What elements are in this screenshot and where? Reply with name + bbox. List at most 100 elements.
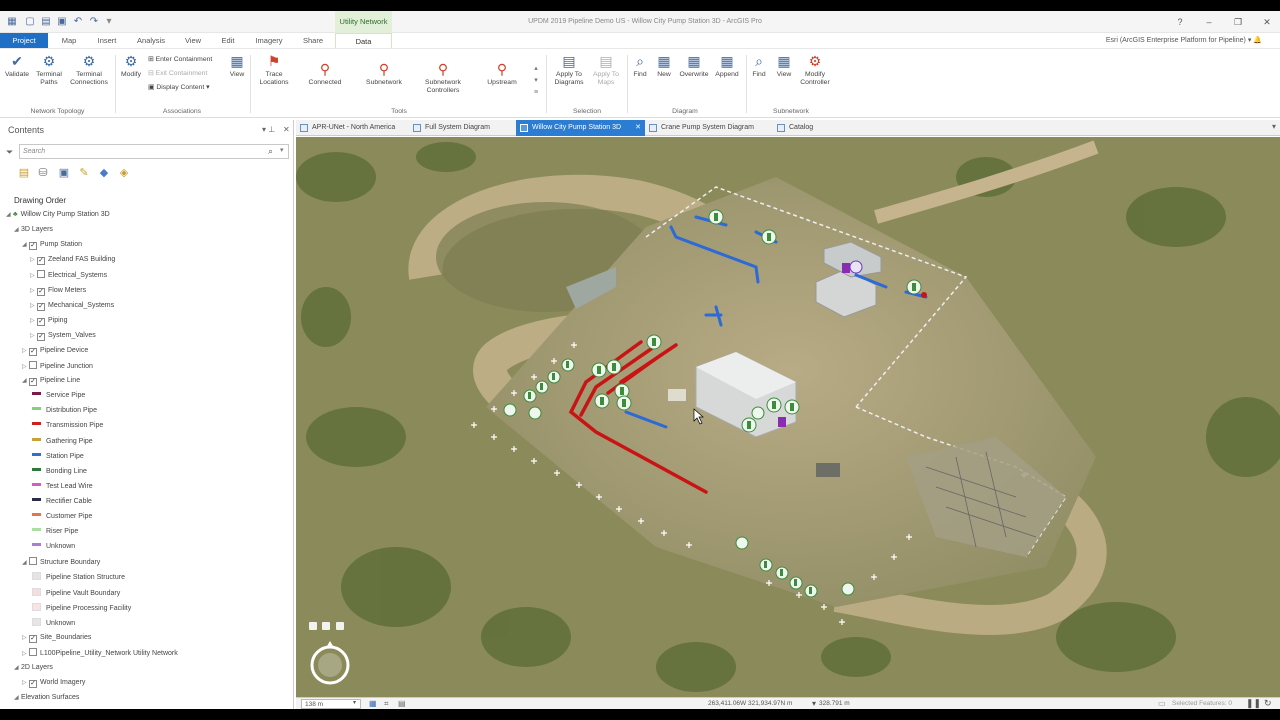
layer-tree-item[interactable]: Riser Pipe <box>32 527 78 537</box>
layer-tree-item[interactable]: Transmission Pipe <box>32 421 103 431</box>
layer-visibility-checkbox[interactable] <box>29 557 37 566</box>
new-diagram-button[interactable]: ▦ New <box>652 53 676 79</box>
close-button[interactable]: ✕ <box>1260 15 1274 29</box>
tab-data[interactable]: Data <box>335 33 392 48</box>
maximize-button[interactable]: ❐ <box>1231 15 1245 29</box>
table-icon[interactable]: ▤ <box>398 699 406 708</box>
tab-apr-unet[interactable]: APR-UNet - North America <box>296 120 408 136</box>
layer-tree-item[interactable]: ◢ Elevation Surfaces <box>14 693 79 703</box>
redo-icon[interactable]: ↷ <box>88 16 100 28</box>
layer-visibility-checkbox[interactable]: ✓ <box>37 287 45 296</box>
layer-tree-item[interactable]: ▷ ✓ World Imagery <box>22 678 85 689</box>
layer-tree-item[interactable]: Rectifier Cable <box>32 497 92 507</box>
layer-visibility-checkbox[interactable]: ✓ <box>29 242 37 251</box>
expanded-caret-icon[interactable]: ◢ <box>22 558 29 568</box>
grid-icon[interactable]: ⌗ <box>384 699 389 709</box>
layer-tree-item[interactable]: ◢ 2D Layers <box>14 663 53 673</box>
tab-insert[interactable]: Insert <box>90 33 124 48</box>
collapsed-caret-icon[interactable]: ▷ <box>30 271 37 281</box>
tab-share[interactable]: Share <box>296 33 330 48</box>
layer-tree-item[interactable]: Distribution Pipe <box>32 406 97 416</box>
collapsed-caret-icon[interactable]: ▷ <box>22 633 29 643</box>
layer-tree-item[interactable]: Pipeline Vault Boundary <box>32 587 120 599</box>
expanded-caret-icon[interactable]: ◢ <box>22 240 29 250</box>
search-icon[interactable]: ⌕ <box>268 146 273 157</box>
layer-tree-item[interactable]: Station Pipe <box>32 452 84 462</box>
layer-tree-item[interactable]: ◢ Structure Boundary <box>22 557 100 568</box>
tab-crane-pump-system-diagram[interactable]: Crane Pump System Diagram <box>645 120 768 136</box>
layer-visibility-checkbox[interactable] <box>29 361 37 369</box>
layer-visibility-checkbox[interactable]: ✓ <box>37 317 45 326</box>
tab-catalog[interactable]: Catalog <box>773 120 833 136</box>
apply-to-maps-button[interactable]: ▤ Apply To Maps <box>588 53 624 87</box>
trace-locations-button[interactable]: ⚑ Trace Locations <box>254 53 294 87</box>
apply-to-diagrams-button[interactable]: ▤ Apply To Diagrams <box>550 53 588 87</box>
view-containment-button[interactable]: ▦ View <box>226 53 248 79</box>
layer-tree-item[interactable]: ▷ ✓ Pipeline Device <box>22 346 88 356</box>
layer-tree-item[interactable]: ◢Ground <box>22 708 52 709</box>
coordinate-system-dropdown-icon[interactable]: ▾ <box>812 699 816 708</box>
layer-tree-item[interactable]: Service Pipe <box>32 391 85 401</box>
close-tab-icon[interactable]: ✕ <box>635 120 641 136</box>
layer-visibility-checkbox[interactable]: ✓ <box>29 347 37 356</box>
layer-tree-item[interactable]: ◢ ♣ Willow City Pump Station 3D <box>6 210 110 220</box>
terminal-connections-button[interactable]: ⚙ Terminal Connections <box>66 53 112 87</box>
tab-analysis[interactable]: Analysis <box>130 33 172 48</box>
expanded-caret-icon[interactable]: ◢ <box>22 376 29 386</box>
new-project-icon[interactable]: ▢ <box>24 16 36 28</box>
upstream-trace-button[interactable]: ⚲ Upstream <box>480 61 524 87</box>
customize-quick-access-icon[interactable]: ▾ <box>103 16 115 28</box>
modify-controller-button[interactable]: ⚙ Modify Controller <box>796 53 834 87</box>
layer-tree-item[interactable]: ◢ 3D Layers <box>14 225 53 235</box>
tab-list-icon[interactable]: ▾ <box>1272 122 1276 131</box>
layer-tree-item[interactable]: Unknown <box>32 542 75 552</box>
layer-tree-item[interactable]: ▷ ✓ Zeeland FAS Building <box>30 255 115 266</box>
layer-tree-item[interactable]: ▷ Electrical_Systems <box>30 270 107 281</box>
layer-tree-item[interactable]: ▷ ✓ Mechanical_Systems <box>30 301 114 311</box>
layer-visibility-checkbox[interactable]: ✓ <box>37 332 45 341</box>
collapsed-caret-icon[interactable]: ▷ <box>22 649 29 659</box>
search-input[interactable]: Search <box>19 144 289 159</box>
collapsed-caret-icon[interactable]: ▷ <box>22 678 29 688</box>
pause-drawing-button[interactable]: ❚❚ <box>1246 698 1261 709</box>
layer-tree-item[interactable]: ◢ ✓ Pipeline Line <box>22 376 80 387</box>
help-button[interactable]: ? <box>1173 15 1187 29</box>
layer-tree-item[interactable]: ▷ ✓ Piping <box>30 316 67 326</box>
layer-tree-item[interactable]: Pipeline Processing Facility <box>32 602 131 614</box>
layer-visibility-checkbox[interactable]: ✓ <box>29 680 37 689</box>
close-pane-icon[interactable]: ✕ <box>283 125 290 134</box>
user-name[interactable]: Esri (ArcGIS Enterprise Platform for Pip… <box>1106 37 1246 44</box>
subnetwork-controllers-trace-button[interactable]: ⚲ Subnetwork Controllers <box>414 61 472 95</box>
expanded-caret-icon[interactable]: ◢ <box>14 663 21 673</box>
tab-full-system-diagram[interactable]: Full System Diagram <box>409 120 513 136</box>
collapsed-caret-icon[interactable]: ▷ <box>30 255 37 265</box>
layer-tree-item[interactable]: ▷ ✓ System_Valves <box>30 331 96 341</box>
map-nav-buttons[interactable] <box>309 622 344 630</box>
collapsed-caret-icon[interactable]: ▷ <box>22 362 29 372</box>
overwrite-button[interactable]: ▦ Overwrite <box>676 53 712 79</box>
collapsed-caret-icon[interactable]: ▷ <box>30 301 37 311</box>
list-by-data-source-icon[interactable]: ⛁ <box>36 166 50 180</box>
exit-containment-button[interactable]: ⊟ Exit Containment <box>148 69 207 78</box>
tab-willow-city-pump-station[interactable]: Willow City Pump Station 3D ✕ <box>516 120 645 136</box>
refresh-button[interactable]: ↻ <box>1264 698 1272 709</box>
layer-visibility-checkbox[interactable]: ✓ <box>29 378 37 387</box>
list-by-drawing-order-icon[interactable]: ▤ <box>17 166 31 180</box>
tab-edit[interactable]: Edit <box>214 33 242 48</box>
find-diagram-button[interactable]: ⌕ Find <box>629 53 651 79</box>
layer-tree-item[interactable]: Test Lead Wire <box>32 482 93 492</box>
notifications-icon[interactable]: 🔔 <box>1253 37 1262 44</box>
layer-visibility-checkbox[interactable] <box>29 647 37 656</box>
layer-tree-item[interactable]: Unknown <box>32 617 75 629</box>
enter-containment-button[interactable]: ⊞ Enter Containment <box>148 55 212 64</box>
collapsed-caret-icon[interactable]: ▷ <box>30 286 37 296</box>
display-content-button[interactable]: ▣ Display Content ▾ <box>148 83 210 92</box>
search-dropdown-icon[interactable]: ▾ <box>280 146 284 154</box>
user-account[interactable]: Esri (ArcGIS Enterprise Platform for Pip… <box>1106 33 1262 48</box>
fixed-scale-icon[interactable]: ▦ <box>369 699 377 708</box>
layer-tree-item[interactable]: ▷ ✓ Site_Boundaries <box>22 633 91 643</box>
tab-project[interactable]: Project <box>0 33 48 48</box>
list-by-selection-icon[interactable]: ▣ <box>57 166 71 180</box>
save-icon[interactable]: ▣ <box>56 16 68 28</box>
scene-canvas[interactable] <box>296 137 1280 697</box>
